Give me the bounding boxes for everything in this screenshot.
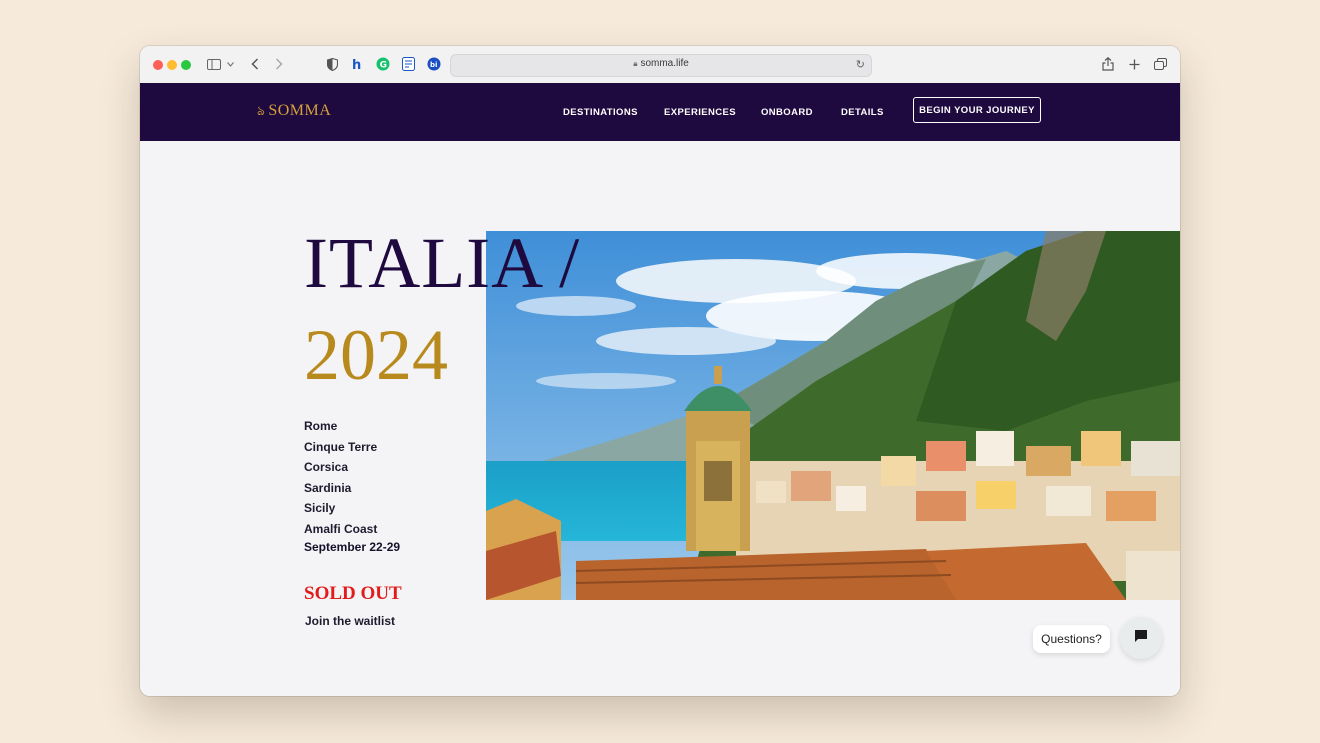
site-navbar: ঌ SOMMA DESTINATIONS EXPERIENCES ONBOARD …	[140, 83, 1180, 141]
extension-h-icon[interactable]: h	[348, 55, 366, 73]
page-title: ITALIA /	[304, 223, 581, 303]
chat-icon	[1134, 629, 1148, 648]
lock-icon: 🔒︎	[633, 59, 638, 68]
trip-year: 2024	[304, 315, 448, 395]
reload-icon[interactable]: ↻	[856, 58, 865, 71]
browser-toolbar: h G bi 🔒︎ somma.life ↻	[140, 46, 1180, 84]
nav-details[interactable]: DETAILS	[841, 107, 884, 118]
back-icon[interactable]	[246, 55, 264, 73]
shield-icon[interactable]	[323, 55, 341, 73]
logo-mark-icon: ঌ	[257, 103, 266, 118]
grammarly-icon[interactable]: G	[374, 55, 392, 73]
new-tab-icon[interactable]	[1125, 55, 1143, 73]
somma-logo[interactable]: ঌ SOMMA	[257, 102, 331, 123]
trip-dates: September 22-29	[304, 540, 401, 554]
destination-item: Rome	[304, 419, 338, 433]
destination-item: Amalfi Coast	[304, 521, 378, 536]
zoom-window-button[interactable]	[181, 60, 191, 70]
nav-experiences[interactable]: EXPERIENCES	[664, 107, 736, 118]
chat-launcher-button[interactable]	[1120, 617, 1162, 659]
url-text: somma.life	[640, 58, 689, 69]
forward-icon[interactable]	[270, 55, 288, 73]
hero-section: ITALIA / 2024 Rome Cinque Terre Corsica …	[140, 141, 1180, 696]
logo-text: SOMMA	[268, 102, 332, 119]
close-window-button[interactable]	[153, 60, 163, 70]
bitwarden-icon[interactable]: bi	[425, 55, 443, 73]
svg-text:G: G	[380, 61, 387, 71]
nav-onboard[interactable]: ONBOARD	[761, 107, 813, 118]
destination-list: Rome Cinque Terre Corsica Sardinia Sicil…	[304, 416, 377, 540]
destination-item: Corsica	[304, 460, 349, 475]
amalfi-coast-photo	[486, 231, 1180, 600]
tabs-overview-icon[interactable]	[1151, 55, 1169, 73]
sidebar-icon[interactable]	[205, 55, 223, 73]
minimize-window-button[interactable]	[167, 60, 177, 70]
browser-window: h G bi 🔒︎ somma.life ↻ ঌ SOMMA DESTINATION…	[140, 46, 1180, 696]
join-waitlist-link[interactable]: Join the waitlist	[305, 614, 395, 628]
share-icon[interactable]	[1099, 55, 1117, 73]
svg-text:bi: bi	[430, 61, 437, 69]
nav-destinations[interactable]: DESTINATIONS	[563, 107, 638, 118]
destination-item: Sicily	[304, 501, 336, 516]
sold-out-label: SOLD OUT	[304, 583, 402, 604]
questions-bubble[interactable]: Questions?	[1033, 625, 1110, 653]
svg-text:h: h	[352, 58, 361, 71]
notes-extension-icon[interactable]	[399, 55, 417, 73]
chevron-down-icon[interactable]	[224, 55, 236, 73]
address-bar[interactable]: 🔒︎ somma.life ↻	[450, 54, 872, 77]
begin-journey-button[interactable]: BEGIN YOUR JOURNEY	[913, 97, 1041, 123]
destination-item: Cinque Terre	[304, 439, 378, 454]
destination-item: Sardinia	[304, 480, 352, 495]
